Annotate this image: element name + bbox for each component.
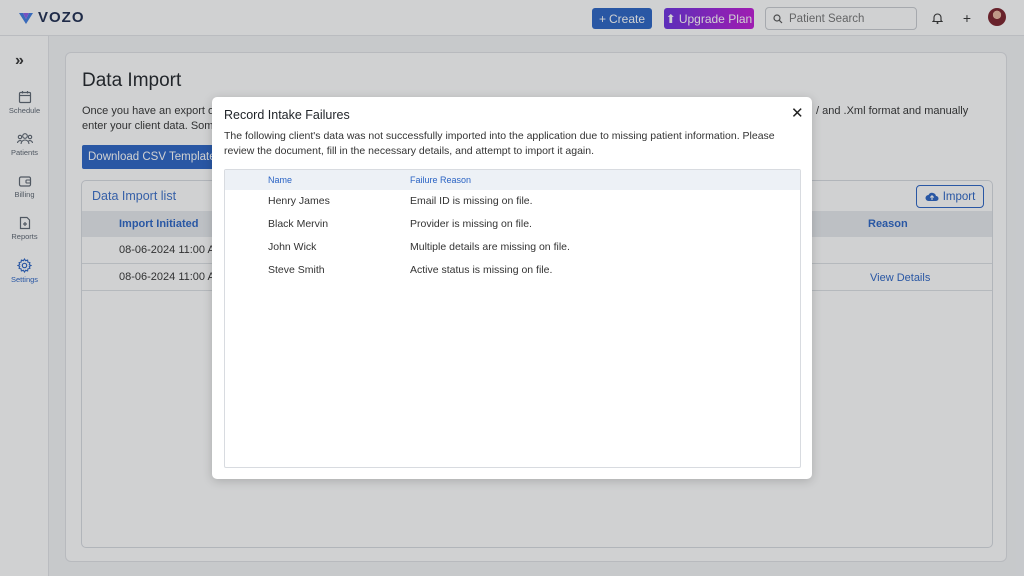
cell-failure-reason: Email ID is missing on file. xyxy=(410,195,533,207)
table-row: John Wick Multiple details are missing o… xyxy=(225,236,800,259)
record-intake-failures-modal: Record Intake Failures ✕ The following c… xyxy=(212,97,812,479)
column-name: Name xyxy=(268,175,293,185)
cell-failure-reason: Active status is missing on file. xyxy=(410,264,553,276)
modal-description: The following client's data was not succ… xyxy=(224,130,775,157)
cell-failure-reason: Multiple details are missing on file. xyxy=(410,241,570,253)
failure-table: Name Failure Reason Henry James Email ID… xyxy=(224,169,801,468)
cell-failure-reason: Provider is missing on file. xyxy=(410,218,532,230)
cell-name: John Wick xyxy=(268,241,317,253)
table-row: Henry James Email ID is missing on file. xyxy=(225,190,800,213)
cell-name: Black Mervin xyxy=(268,218,329,230)
column-failure-reason: Failure Reason xyxy=(410,175,472,185)
table-row: Steve Smith Active status is missing on … xyxy=(225,259,800,282)
modal-title: Record Intake Failures xyxy=(224,108,350,122)
close-icon[interactable]: ✕ xyxy=(791,106,804,121)
failure-table-header: Name Failure Reason xyxy=(225,170,800,190)
table-row: Black Mervin Provider is missing on file… xyxy=(225,213,800,236)
cell-name: Henry James xyxy=(268,195,330,207)
cell-name: Steve Smith xyxy=(268,264,325,276)
